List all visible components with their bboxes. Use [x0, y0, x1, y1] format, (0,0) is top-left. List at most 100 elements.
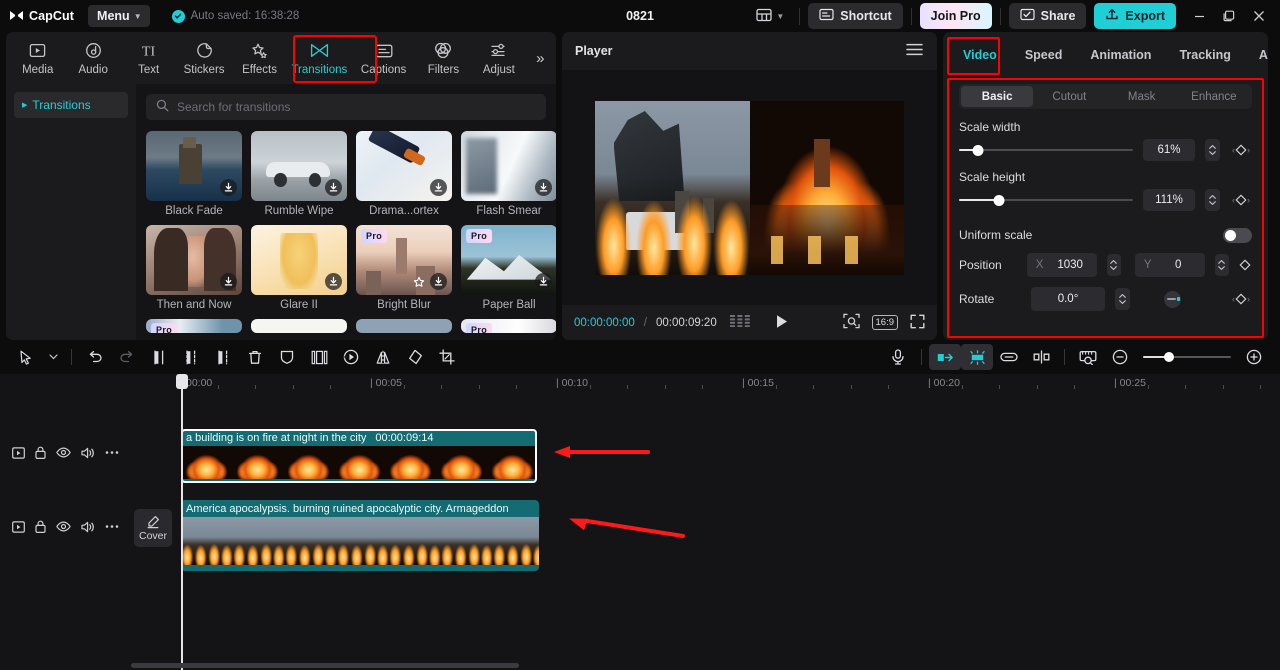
- split-screen-icon[interactable]: [303, 344, 335, 370]
- scale-height-value[interactable]: 111%: [1143, 189, 1195, 211]
- timeline-horizontal-scrollbar[interactable]: [131, 663, 1272, 668]
- tab-audio[interactable]: Audio: [65, 35, 120, 81]
- split-icon[interactable]: [143, 344, 175, 370]
- transition-card[interactable]: Then and Now: [146, 225, 242, 311]
- tab-transitions[interactable]: Transitions: [287, 35, 351, 81]
- segment-cutout[interactable]: Cutout: [1033, 86, 1105, 107]
- transition-card[interactable]: Glare II: [251, 225, 347, 311]
- scale-height-keyframe[interactable]: ‹ ›: [1230, 194, 1252, 206]
- more-icon[interactable]: [105, 524, 119, 529]
- download-icon[interactable]: [220, 273, 237, 290]
- select-tool-icon[interactable]: [10, 344, 42, 370]
- position-y-stepper[interactable]: [1214, 254, 1229, 276]
- tab-adjust[interactable]: Adjust: [1245, 48, 1268, 62]
- lock-icon[interactable]: [35, 520, 46, 533]
- player-stage[interactable]: [562, 70, 937, 305]
- link-icon[interactable]: [993, 344, 1025, 370]
- eye-icon[interactable]: [56, 447, 71, 458]
- scale-height-stepper[interactable]: [1205, 189, 1220, 211]
- playhead-handle[interactable]: [176, 374, 188, 389]
- tab-text[interactable]: TI Text: [121, 35, 176, 81]
- split-view-icon[interactable]: [1025, 344, 1057, 370]
- mirror-icon[interactable]: [367, 344, 399, 370]
- adsorption-icon[interactable]: [929, 344, 961, 370]
- minimize-button[interactable]: [1184, 1, 1214, 31]
- scale-height-slider[interactable]: [959, 193, 1133, 207]
- play-button[interactable]: [775, 314, 789, 332]
- keyframe-next-icon[interactable]: ›: [1247, 145, 1250, 155]
- join-pro-button[interactable]: Join Pro: [919, 3, 992, 29]
- transition-card[interactable]: [251, 319, 347, 333]
- position-x-field[interactable]: X 1030: [1026, 253, 1097, 277]
- zoom-out-icon[interactable]: [1104, 344, 1136, 370]
- tab-video[interactable]: Video: [957, 48, 1011, 62]
- zoom-in-icon[interactable]: [1238, 344, 1270, 370]
- freeze-icon[interactable]: [271, 344, 303, 370]
- scale-width-keyframe[interactable]: ‹ ›: [1230, 144, 1252, 156]
- track-type-icon[interactable]: [12, 446, 25, 459]
- transition-card[interactable]: Pro Bright Blur: [356, 225, 452, 311]
- close-button[interactable]: [1244, 1, 1274, 31]
- transition-card[interactable]: Rumble Wipe: [251, 131, 347, 217]
- position-keyframe[interactable]: [1239, 259, 1252, 271]
- layout-preset-button[interactable]: ▼: [749, 5, 791, 28]
- export-button[interactable]: Export: [1094, 3, 1176, 29]
- scale-width-slider[interactable]: [959, 143, 1133, 157]
- tab-filters[interactable]: Filters: [416, 35, 471, 81]
- scale-width-stepper[interactable]: [1205, 139, 1220, 161]
- trim-left-icon[interactable]: [175, 344, 207, 370]
- download-icon[interactable]: [535, 273, 552, 290]
- download-icon[interactable]: [535, 179, 552, 196]
- more-tabs-chevron-icon[interactable]: »: [529, 35, 552, 81]
- rotate-field[interactable]: 0.0°: [1031, 287, 1105, 311]
- more-icon[interactable]: [105, 450, 119, 455]
- lock-icon[interactable]: [35, 446, 46, 459]
- rotate-dial[interactable]: [1164, 290, 1181, 308]
- transition-card[interactable]: Pro: [461, 319, 556, 333]
- sidebar-item-transitions[interactable]: ▶ Transitions: [14, 92, 128, 118]
- transition-card[interactable]: Black Fade: [146, 131, 242, 217]
- player-menu-icon[interactable]: [906, 43, 923, 59]
- tab-media[interactable]: Media: [10, 35, 65, 81]
- fit-to-screen-icon[interactable]: [842, 313, 860, 332]
- segment-mask[interactable]: Mask: [1106, 86, 1178, 107]
- aspect-ratio-badge[interactable]: 16:9: [871, 315, 898, 330]
- download-icon[interactable]: [220, 179, 237, 196]
- delete-icon[interactable]: [239, 344, 271, 370]
- keyframe-next-icon[interactable]: ›: [1247, 195, 1250, 205]
- tab-animation[interactable]: Animation: [1076, 48, 1165, 62]
- undo-icon[interactable]: [79, 344, 111, 370]
- tool-dropdown-caret-icon[interactable]: [42, 344, 64, 370]
- transition-card[interactable]: [356, 319, 452, 333]
- volume-icon[interactable]: [81, 521, 95, 533]
- transition-card[interactable]: Pro Paper Ball: [461, 225, 556, 311]
- speed-icon[interactable]: [335, 344, 367, 370]
- rotate-keyframe[interactable]: ‹ ›: [1230, 293, 1252, 305]
- timeline-clip-video-2[interactable]: America apocalypsis. burning ruined apoc…: [181, 500, 539, 571]
- download-icon[interactable]: [325, 179, 342, 196]
- position-y-field[interactable]: Y 0: [1134, 253, 1205, 277]
- frame-list-icon[interactable]: [729, 315, 750, 330]
- scale-width-value[interactable]: 61%: [1143, 139, 1195, 161]
- tab-stickers[interactable]: Stickers: [176, 35, 231, 81]
- redo-icon[interactable]: [111, 344, 143, 370]
- keyframe-next-icon[interactable]: ›: [1247, 294, 1250, 304]
- menu-button[interactable]: Menu ▼: [88, 5, 150, 27]
- auto-snap-icon[interactable]: [961, 344, 993, 370]
- fullscreen-icon[interactable]: [910, 314, 925, 332]
- rotate-icon[interactable]: [399, 344, 431, 370]
- crop-icon[interactable]: [431, 344, 463, 370]
- timeline-zoom-slider[interactable]: [1143, 350, 1231, 364]
- shortcut-button[interactable]: Shortcut: [808, 3, 903, 29]
- uniform-scale-toggle[interactable]: [1223, 227, 1252, 243]
- segment-basic[interactable]: Basic: [961, 86, 1034, 107]
- segment-enhance[interactable]: Enhance: [1178, 86, 1250, 107]
- download-icon[interactable]: [430, 179, 447, 196]
- trim-right-icon[interactable]: [207, 344, 239, 370]
- tab-speed[interactable]: Speed: [1011, 48, 1077, 62]
- playhead[interactable]: [176, 374, 188, 670]
- tab-tracking[interactable]: Tracking: [1165, 48, 1244, 62]
- track-type-icon[interactable]: [12, 520, 25, 533]
- voiceover-icon[interactable]: [882, 344, 914, 370]
- download-icon[interactable]: [325, 273, 342, 290]
